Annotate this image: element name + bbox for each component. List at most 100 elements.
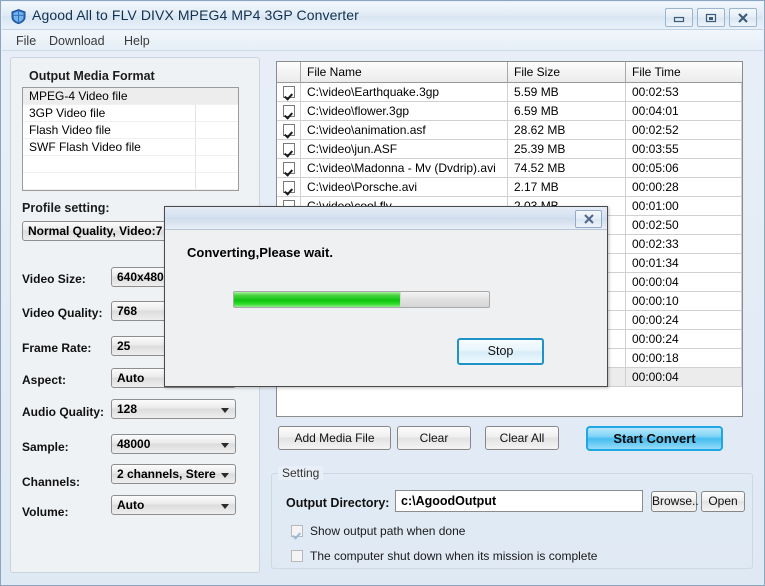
row-checkbox-cell[interactable] [277,83,301,101]
channels-combo[interactable]: 2 channels, Stere [111,464,236,484]
cell-file-time: 00:02:52 [626,121,742,139]
close-button[interactable] [729,8,757,27]
menu-item-file[interactable]: File [11,33,41,49]
chevron-down-icon [221,504,229,509]
video-size-value: 640x480 [117,270,164,284]
output-directory-input[interactable]: c:\AgoodOutput [395,490,643,512]
format-item-swf-flash[interactable]: SWF Flash Video file [23,139,238,156]
cell-file-time: 00:01:34 [626,254,742,272]
browse-button[interactable]: Browse.. [651,491,699,512]
menu-item-help[interactable]: Help [119,33,155,49]
row-checkbox-cell[interactable] [277,178,301,196]
column-header-file-name[interactable]: File Name [301,62,508,82]
cell-file-time: 00:01:00 [626,197,742,215]
application-window: Agood All to FLV DIVX MPEG4 MP4 3GP Conv… [0,0,765,586]
menu-item-download[interactable]: Download [44,33,110,49]
table-row[interactable]: C:\video\Earthquake.3gp 5.59 MB 00:02:53 [277,83,742,102]
row-checkbox[interactable] [282,124,295,136]
volume-value: Auto [117,498,145,512]
cell-file-name: C:\video\jun.ASF [301,140,508,158]
row-checkbox[interactable] [282,86,295,98]
row-checkbox-cell[interactable] [277,140,301,158]
frame-rate-label: Frame Rate: [22,341,92,355]
table-row[interactable]: C:\video\Porsche.avi 2.17 MB 00:00:28 [277,178,742,197]
shutdown-label: The computer shut down when its mission … [310,549,598,563]
column-header-file-size[interactable]: File Size [508,62,626,82]
aspect-label: Aspect: [22,373,67,387]
row-checkbox-cell[interactable] [277,159,301,177]
profile-setting-title: Profile setting: [22,201,110,215]
column-header-file-time[interactable]: File Time [626,62,742,82]
clear-button[interactable]: Clear [397,426,471,450]
chevron-down-icon [221,473,229,478]
minimize-button[interactable] [665,8,693,27]
aspect-value: Auto [117,371,145,385]
format-item-empty [23,156,238,173]
stop-button[interactable]: Stop [457,338,544,365]
cell-file-name: C:\video\flower.3gp [301,102,508,120]
row-checkbox[interactable] [282,181,295,193]
cell-file-size: 28.62 MB [508,121,626,139]
channels-value: 2 channels, Stere [117,467,216,481]
row-checkbox-cell[interactable] [277,102,301,120]
row-checkbox[interactable] [282,105,295,117]
cell-file-size: 25.39 MB [508,140,626,158]
cell-file-name: C:\video\animation.asf [301,121,508,139]
setting-group-label: Setting [278,466,324,480]
add-media-file-button[interactable]: Add Media File [278,426,391,450]
audio-quality-combo[interactable]: 128 [111,399,236,419]
format-item-empty [23,173,238,190]
maximize-button[interactable] [697,8,725,27]
start-convert-button[interactable]: Start Convert [586,426,723,451]
volume-combo[interactable]: Auto [111,495,236,515]
window-controls [665,8,757,27]
cell-file-time: 00:04:01 [626,102,742,120]
row-checkbox-cell[interactable] [277,121,301,139]
cell-file-time: 00:00:10 [626,292,742,310]
table-row[interactable]: C:\video\Madonna - Mv (Dvdrip).avi 74.52 … [277,159,742,178]
audio-quality-label: Audio Quality: [22,405,104,419]
chevron-down-icon [221,443,229,448]
shutdown-checkbox[interactable] [291,550,303,562]
format-item-mpeg4[interactable]: MPEG-4 Video file [23,88,238,105]
table-row[interactable]: C:\video\animation.asf 28.62 MB 00:02:52 [277,121,742,140]
sample-combo[interactable]: 48000 [111,434,236,454]
cell-file-time: 00:05:06 [626,159,742,177]
open-button[interactable]: Open [701,491,745,512]
format-item-3gp[interactable]: 3GP Video file [23,105,238,122]
output-media-format-list[interactable]: MPEG-4 Video file 3GP Video file Flash V… [22,87,239,191]
cell-file-size: 6.59 MB [508,102,626,120]
cell-file-size: 5.59 MB [508,83,626,101]
video-size-label: Video Size: [22,272,86,286]
show-output-path-checkbox[interactable] [291,525,303,537]
show-output-path-checkbox-row[interactable]: Show output path when done [291,524,465,538]
file-list-header: File Name File Size File Time [277,62,742,83]
output-directory-label: Output Directory: [286,496,390,510]
cell-file-name: C:\video\Madonna - Mv (Dvdrip).avi [301,159,508,177]
row-checkbox[interactable] [282,143,295,155]
table-row[interactable]: C:\video\jun.ASF 25.39 MB 00:03:55 [277,140,742,159]
menu-bar: File Download Help [2,30,763,51]
cell-file-time: 00:00:24 [626,311,742,329]
column-header-checkbox[interactable] [277,62,301,82]
format-item-flash[interactable]: Flash Video file [23,122,238,139]
output-media-format-title: Output Media Format [29,69,155,83]
cell-file-time: 00:00:24 [626,330,742,348]
clear-all-button[interactable]: Clear All [485,426,559,450]
sample-label: Sample: [22,440,69,454]
row-checkbox[interactable] [282,162,295,174]
conversion-progress-bar [233,291,490,308]
table-row[interactable]: C:\video\flower.3gp 6.59 MB 00:04:01 [277,102,742,121]
video-quality-label: Video Quality: [22,306,103,320]
cell-file-time: 00:00:04 [626,368,742,386]
cell-file-time: 00:03:55 [626,140,742,158]
channels-label: Channels: [22,475,81,489]
cell-file-time: 00:00:04 [626,273,742,291]
cell-file-size: 2.17 MB [508,178,626,196]
sample-value: 48000 [117,437,151,451]
shutdown-checkbox-row[interactable]: The computer shut down when its mission … [291,549,597,563]
cell-file-time: 00:00:18 [626,349,742,367]
chevron-down-icon [221,408,229,413]
progress-bar-fill [234,292,401,307]
dialog-close-button[interactable] [575,210,602,228]
